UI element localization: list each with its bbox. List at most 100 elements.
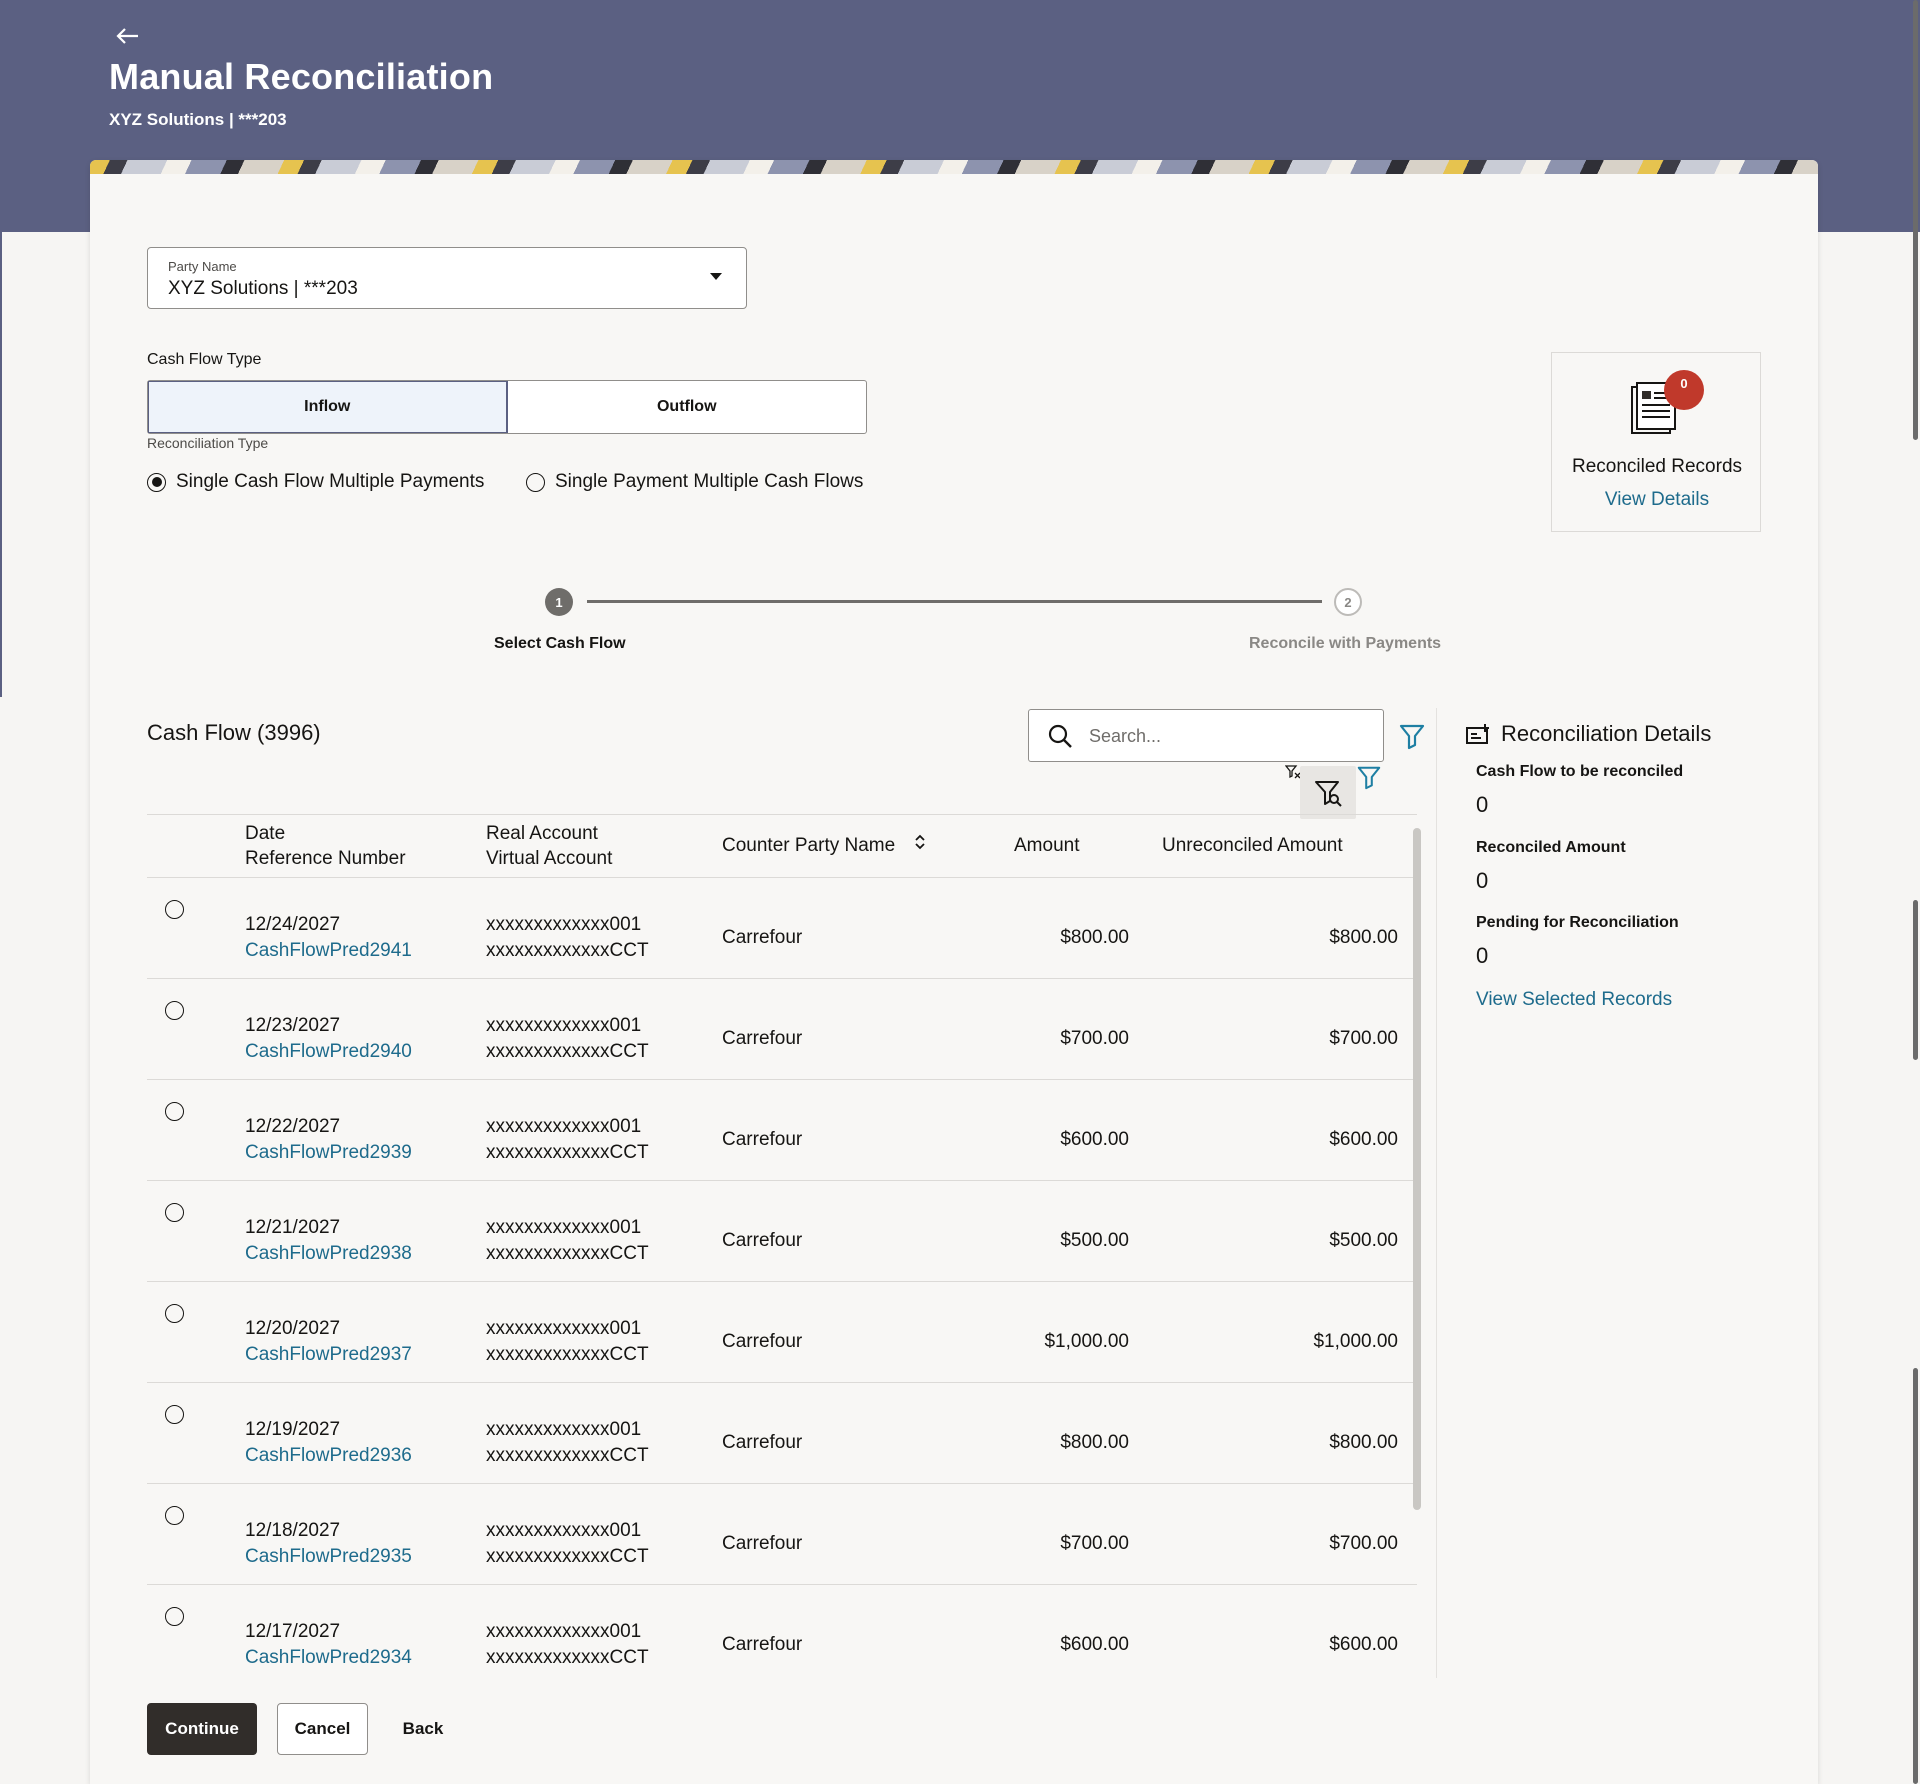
radio-unchecked-icon[interactable] [526, 472, 545, 492]
row-select-radio[interactable] [165, 900, 184, 919]
cell-amount: $1,000.00 [1044, 1331, 1129, 1352]
radio-checked-icon[interactable] [147, 472, 166, 492]
header-counter-party: Counter Party Name [722, 835, 896, 856]
header-virtual-account: Virtual Account [486, 848, 613, 869]
reconciliation-details-title: Reconciliation Details [1501, 721, 1712, 746]
cash-flow-to-reconcile-label: Cash Flow to be reconciled [1476, 763, 1684, 780]
sort-icon[interactable] [914, 833, 926, 859]
row-select-radio[interactable] [165, 1304, 184, 1323]
cell-counter-party: Carrefour [722, 927, 803, 948]
row-select-radio[interactable] [165, 1405, 184, 1424]
reference-link[interactable]: CashFlowPred2939 [245, 1140, 412, 1166]
step-1-indicator: 1 [545, 588, 573, 616]
table-row[interactable]: 12/17/2027 CashFlowPred2934 xxxxxxxxxxxxx0… [147, 1585, 1417, 1676]
decorative-banner [90, 160, 1818, 174]
cell-real-account: xxxxxxxxxxxxx001 [486, 1015, 642, 1036]
party-name-value: XYZ Solutions | ***203 [168, 278, 358, 299]
continue-button[interactable]: Continue [147, 1703, 257, 1755]
advanced-filter-icon [1315, 781, 1342, 807]
table-scrollbar-thumb[interactable] [1413, 828, 1421, 1510]
table-row[interactable]: 12/21/2027 CashFlowPred2938 xxxxxxxxxxxxx0… [147, 1181, 1417, 1282]
advanced-filter-button[interactable] [1300, 766, 1356, 819]
view-details-link[interactable]: View Details [1552, 489, 1762, 511]
page-scrollbar-thumb[interactable] [1913, 1368, 1918, 1784]
page-scrollbar[interactable] [1910, 0, 1920, 1784]
table-row[interactable]: 12/23/2027 CashFlowPred2940 xxxxxxxxxxxxx0… [147, 979, 1417, 1080]
cell-real-account: xxxxxxxxxxxxx001 [486, 1520, 642, 1541]
cell-virtual-account: xxxxxxxxxxxxxCCT [486, 1546, 649, 1567]
cell-virtual-account: xxxxxxxxxxxxxCCT [486, 1041, 649, 1062]
column-header-unreconciled: Unreconciled Amount [1162, 835, 1343, 856]
cancel-button[interactable]: Cancel [277, 1703, 368, 1755]
row-select-radio[interactable] [165, 1506, 184, 1525]
filter-icon[interactable] [1398, 722, 1426, 750]
page-scrollbar-thumb[interactable] [1913, 0, 1918, 440]
table-row[interactable]: 12/20/2027 CashFlowPred2937 xxxxxxxxxxxxx0… [147, 1282, 1417, 1383]
radio-label: Single Cash Flow Multiple Payments [176, 471, 485, 492]
cell-counter-party: Carrefour [722, 1634, 803, 1655]
cash-flow-table: Date Reference Number Real Account Virtu… [147, 814, 1417, 1676]
stepper-line [587, 600, 1322, 603]
cell-virtual-account: xxxxxxxxxxxxxCCT [486, 1344, 649, 1365]
column-header-date: Date Reference Number [245, 821, 406, 871]
cell-date: 12/22/2027 [245, 1116, 341, 1137]
cell-real-account: xxxxxxxxxxxxx001 [486, 914, 642, 935]
row-select-radio[interactable] [165, 1203, 184, 1222]
table-row[interactable]: 12/19/2027 CashFlowPred2936 xxxxxxxxxxxxx0… [147, 1383, 1417, 1484]
cell-date: 12/20/2027 [245, 1318, 341, 1339]
filter-icon[interactable] [1356, 764, 1382, 790]
reconciled-records-title: Reconciled Records [1571, 456, 1743, 477]
cell-counter-party: Carrefour [722, 1331, 803, 1352]
reference-link[interactable]: CashFlowPred2935 [245, 1544, 412, 1570]
cell-counter-party: Carrefour [722, 1129, 803, 1150]
row-select-radio[interactable] [165, 1607, 184, 1626]
header-edge [0, 232, 2, 697]
reference-link[interactable]: CashFlowPred2936 [245, 1443, 412, 1469]
table-row[interactable]: 12/24/2027 CashFlowPred2941 xxxxxxxxxxxxx0… [147, 878, 1417, 979]
cell-counter-party: Carrefour [722, 1432, 803, 1453]
table-row[interactable]: 12/22/2027 CashFlowPred2939 xxxxxxxxxxxxx0… [147, 1080, 1417, 1181]
search-field[interactable] [1028, 709, 1384, 762]
cell-unreconciled-amount: $800.00 [1329, 1432, 1398, 1453]
column-header-amount: Amount [1014, 835, 1080, 856]
search-input[interactable] [1089, 718, 1369, 754]
cell-date: 12/18/2027 [245, 1520, 341, 1541]
column-header-counter-party[interactable]: Counter Party Name [722, 833, 926, 859]
reference-link[interactable]: CashFlowPred2941 [245, 938, 412, 964]
page-title: Manual Reconciliation [109, 56, 494, 97]
radio-label: Single Payment Multiple Cash Flows [555, 471, 864, 492]
pending-reconciliation-value: 0 [1476, 943, 1489, 968]
reference-link[interactable]: CashFlowPred2934 [245, 1645, 412, 1671]
table-scrollbar[interactable] [1413, 820, 1421, 1676]
row-select-radio[interactable] [165, 1102, 184, 1121]
clear-filter-icon[interactable] [1285, 764, 1301, 780]
view-selected-records-link[interactable]: View Selected Records [1476, 989, 1672, 1011]
cell-counter-party: Carrefour [722, 1533, 803, 1554]
outflow-button[interactable]: Outflow [508, 381, 867, 433]
table-row[interactable]: 12/18/2027 CashFlowPred2935 xxxxxxxxxxxxx0… [147, 1484, 1417, 1585]
reconciliation-details-icon [1466, 724, 1489, 744]
reference-link[interactable]: CashFlowPred2937 [245, 1342, 412, 1368]
radio-single-cash-flow[interactable]: Single Cash Flow Multiple Payments [147, 471, 484, 493]
reference-link[interactable]: CashFlowPred2938 [245, 1241, 412, 1267]
back-button[interactable]: Back [385, 1703, 461, 1755]
cash-flow-to-reconcile-value: 0 [1476, 792, 1489, 817]
page-scrollbar-thumb[interactable] [1913, 900, 1918, 1060]
cell-real-account: xxxxxxxxxxxxx001 [486, 1621, 642, 1642]
table-header: Date Reference Number Real Account Virtu… [147, 814, 1417, 878]
cell-real-account: xxxxxxxxxxxxx001 [486, 1217, 642, 1238]
back-arrow-icon[interactable] [114, 18, 144, 54]
header-real-account: Real Account [486, 823, 598, 844]
cell-unreconciled-amount: $800.00 [1329, 927, 1398, 948]
cell-amount: $600.00 [1060, 1634, 1129, 1655]
inflow-button[interactable]: Inflow [148, 381, 508, 433]
reference-link[interactable]: CashFlowPred2940 [245, 1039, 412, 1065]
radio-single-payment[interactable]: Single Payment Multiple Cash Flows [526, 471, 863, 493]
row-select-radio[interactable] [165, 1001, 184, 1020]
cell-virtual-account: xxxxxxxxxxxxxCCT [486, 1445, 649, 1466]
page-subtitle: XYZ Solutions | ***203 [109, 110, 287, 129]
party-name-select[interactable]: Party Name XYZ Solutions | ***203 [147, 247, 747, 309]
cash-flow-type-label: Cash Flow Type [147, 351, 262, 368]
reconciliation-type-label: Reconciliation Type [147, 435, 269, 451]
cell-real-account: xxxxxxxxxxxxx001 [486, 1318, 642, 1339]
